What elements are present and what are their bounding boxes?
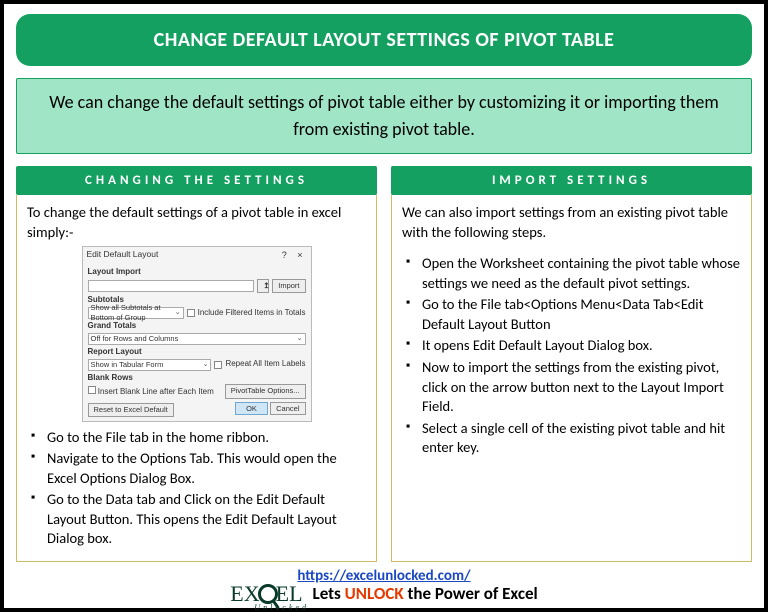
right-steps: Open the Worksheet containing the pivot …: [402, 254, 741, 458]
layout-import-label: Layout Import: [88, 267, 306, 278]
reset-button[interactable]: Reset to Excel Default: [88, 403, 174, 417]
blank-rows-check-label: Insert Blank Line after Each Item: [98, 387, 214, 396]
dialog-title-text: Edit Default Layout: [87, 249, 159, 261]
cancel-button[interactable]: Cancel: [270, 402, 305, 415]
edit-default-layout-dialog: Edit Default Layout ? × Layout Import ↥ …: [82, 246, 312, 422]
list-item: It opens Edit Default Layout Dialog box.: [406, 336, 741, 356]
repeat-labels-checkbox[interactable]: [214, 361, 222, 369]
right-header: IMPORT SETTINGS: [391, 166, 752, 195]
page-title: CHANGE DEFAULT LAYOUT SETTINGS OF PIVOT …: [16, 14, 752, 66]
content-columns: CHANGING THE SETTINGS To change the defa…: [16, 166, 752, 562]
left-column: CHANGING THE SETTINGS To change the defa…: [16, 166, 377, 562]
report-layout-label: Report Layout: [88, 347, 306, 358]
list-item: Go to the File tab in the home ribbon.: [31, 428, 366, 448]
list-item: Navigate to the Options Tab. This would …: [31, 449, 366, 488]
right-column: IMPORT SETTINGS We can also import setti…: [391, 166, 752, 562]
right-lead: We can also import settings from an exis…: [402, 203, 741, 242]
left-header: CHANGING THE SETTINGS: [16, 166, 377, 195]
blank-rows-label: Blank Rows: [88, 373, 306, 384]
layout-import-field[interactable]: [88, 280, 255, 292]
list-item: Go to the File tab<Options Menu<Data Tab…: [406, 295, 741, 334]
grand-totals-label: Grand Totals: [88, 321, 306, 332]
footer-tagline: Lets UNLOCK the Power of Excel: [313, 583, 538, 604]
list-item: Select a single cell of the existing piv…: [406, 419, 741, 458]
pivottable-options-button[interactable]: PivotTable Options...: [225, 384, 306, 398]
repeat-labels-label: Repeat All Item Labels: [225, 359, 305, 370]
list-item: Go to the Data tab and Click on the Edit…: [31, 490, 366, 549]
ok-button[interactable]: OK: [235, 402, 268, 415]
import-button[interactable]: Import: [272, 279, 305, 293]
left-body: To change the default settings of a pivo…: [16, 195, 377, 562]
list-item: Now to import the settings from the exis…: [406, 358, 741, 417]
magnifier-icon: [258, 584, 278, 604]
left-lead: To change the default settings of a pivo…: [27, 203, 366, 242]
right-body: We can also import settings from an exis…: [391, 195, 752, 562]
footer: https://excelunlocked.com/ EXEL Unlocked…: [4, 566, 764, 604]
report-layout-select[interactable]: Show in Tabular Form⌄: [88, 359, 212, 371]
dialog-window-controls: ? ×: [282, 249, 307, 261]
grand-totals-select[interactable]: Off for Rows and Columns⌄: [88, 333, 306, 345]
excel-unlocked-logo: EXEL Unlocked: [230, 584, 302, 604]
infographic-frame: CHANGE DEFAULT LAYOUT SETTINGS OF PIVOT …: [0, 0, 768, 612]
intro-text: We can change the default settings of pi…: [16, 78, 752, 154]
include-filtered-checkbox[interactable]: [187, 309, 195, 317]
subtotals-select[interactable]: Show all Subtotals at Bottom of Group⌄: [88, 307, 184, 319]
blank-rows-checkbox[interactable]: [88, 386, 96, 394]
list-item: Open the Worksheet containing the pivot …: [406, 254, 741, 293]
left-steps: Go to the File tab in the home ribbon. N…: [27, 428, 366, 549]
include-filtered-label: Include Filtered Items in Totals: [198, 308, 306, 319]
layout-import-arrow-button[interactable]: ↥: [257, 279, 269, 293]
